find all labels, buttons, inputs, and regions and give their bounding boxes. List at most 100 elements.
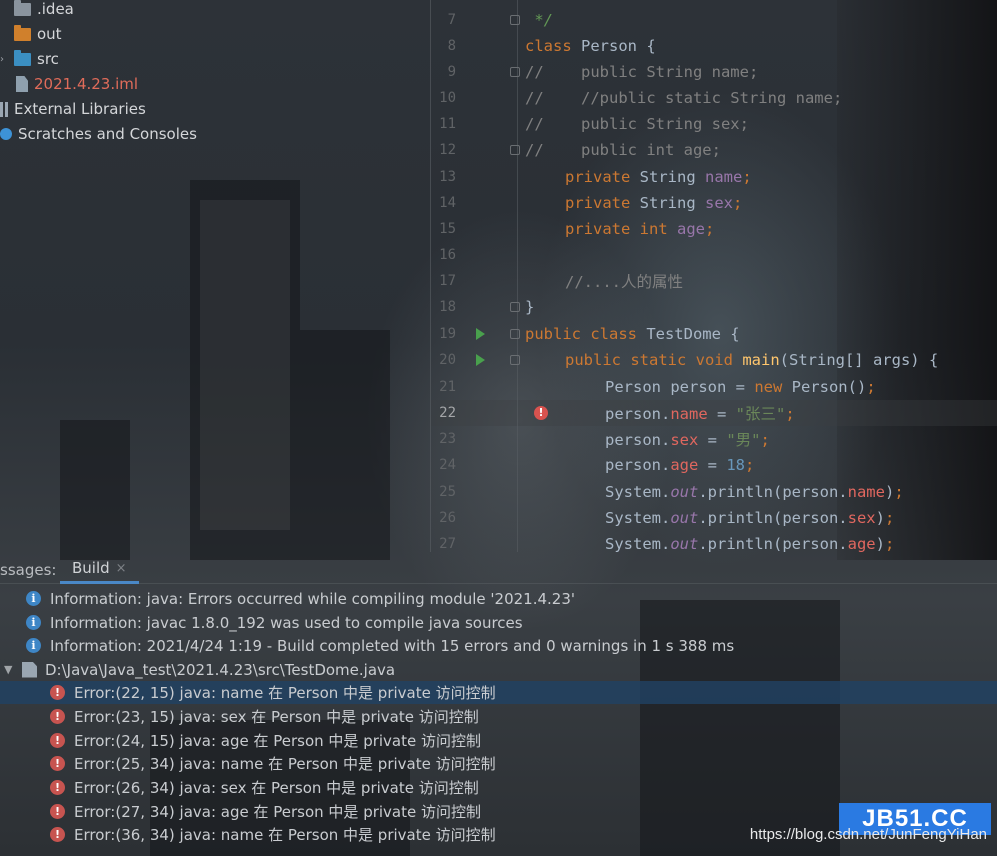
code-text: */ bbox=[525, 11, 553, 29]
comment-text: // //public static String name; bbox=[525, 89, 843, 107]
tab-label: Build bbox=[72, 559, 110, 577]
list-item[interactable]: i Information: 2021/4/24 1:19 - Build co… bbox=[26, 634, 997, 657]
error-row[interactable]: ! Error:(22, 15) java: name 在 Person 中是 … bbox=[0, 681, 997, 704]
run-main-icon[interactable] bbox=[476, 354, 485, 366]
fold-icon[interactable] bbox=[510, 355, 520, 365]
code-line[interactable]: 22 ! person.name = "张三"; bbox=[431, 400, 997, 426]
code-line[interactable]: 19 public class TestDome { bbox=[431, 321, 997, 347]
error-row[interactable]: ! Error:(26, 34) java: sex 在 Person 中是 p… bbox=[0, 776, 997, 799]
error-row[interactable]: ! Error:(25, 34) java: name 在 Person 中是 … bbox=[0, 752, 997, 775]
keyword: private bbox=[565, 168, 631, 186]
tree-item-iml[interactable]: 2021.4.23.iml bbox=[16, 73, 138, 95]
line-number: 11 bbox=[439, 116, 456, 132]
info-message: Information: java: Errors occurred while… bbox=[50, 589, 576, 608]
info-icon: i bbox=[26, 591, 41, 606]
keyword: public class bbox=[525, 325, 637, 343]
code-text: .println(person. bbox=[698, 535, 848, 553]
list-item[interactable]: i Information: java: Errors occurred whi… bbox=[26, 587, 997, 610]
run-class-icon[interactable] bbox=[476, 328, 485, 340]
code-editor[interactable]: 7 */ 8 class Person { 9 // public String… bbox=[431, 0, 997, 553]
semicolon: ; bbox=[760, 431, 770, 449]
line-number: 8 bbox=[447, 38, 456, 54]
code-line[interactable]: 8 class Person { bbox=[431, 33, 997, 59]
tree-item-label: out bbox=[37, 25, 62, 43]
code-line[interactable]: 13 private String name; bbox=[431, 164, 997, 190]
error-message: Error:(26, 34) java: sex 在 Person 中是 pri… bbox=[74, 779, 479, 797]
fold-icon[interactable] bbox=[510, 15, 520, 25]
code-line[interactable]: 21 Person person = new Person(); bbox=[431, 374, 997, 400]
keyword: private bbox=[565, 194, 631, 212]
code-line[interactable]: 26 System.out.println(person.sex); bbox=[431, 505, 997, 531]
line-number: 17 bbox=[439, 273, 456, 289]
error-row[interactable]: ! Error:(36, 34) java: name 在 Person 中是 … bbox=[0, 823, 720, 846]
scratches-icon bbox=[0, 128, 12, 140]
semicolon: ; bbox=[732, 194, 743, 212]
error-bulb-icon[interactable]: ! bbox=[534, 406, 548, 420]
semicolon: ; bbox=[884, 509, 895, 527]
code-text: person. bbox=[605, 431, 671, 449]
code-text: System. bbox=[605, 483, 671, 501]
fold-icon[interactable] bbox=[510, 67, 520, 77]
code-text: .println(person. bbox=[698, 483, 848, 501]
line-number: 16 bbox=[439, 247, 456, 263]
error-message: Error:(23, 15) java: sex 在 Person 中是 pri… bbox=[74, 708, 479, 726]
code-line[interactable]: 11 // public String sex; bbox=[431, 111, 997, 137]
tree-item-external-libraries[interactable]: External Libraries bbox=[0, 98, 146, 120]
error-row[interactable]: ! Error:(23, 15) java: sex 在 Person 中是 p… bbox=[0, 705, 997, 728]
error-icon: ! bbox=[50, 733, 65, 748]
code-text: System. bbox=[605, 535, 671, 553]
file-path: D:\Java\Java_test\2021.4.23\src\TestDome… bbox=[45, 660, 396, 679]
build-tool-window-header: ssages: Build × bbox=[0, 556, 997, 584]
line-number: 27 bbox=[439, 536, 456, 552]
code-line[interactable]: 7 */ bbox=[431, 7, 997, 33]
code-line[interactable]: 24 person.age = 18; bbox=[431, 452, 997, 478]
code-line[interactable]: 12 // public int age; bbox=[431, 137, 997, 163]
code-text: = bbox=[698, 431, 727, 449]
tree-item-scratches[interactable]: Scratches and Consoles bbox=[0, 123, 197, 145]
code-text: ) bbox=[875, 535, 885, 553]
code-text: Person() bbox=[782, 378, 867, 396]
code-line[interactable]: 15 private int age; bbox=[431, 216, 997, 242]
code-text: .println(person. bbox=[698, 509, 848, 527]
code-text: person. bbox=[605, 456, 671, 474]
line-number: 23 bbox=[439, 431, 456, 447]
code-line[interactable]: 16 bbox=[431, 242, 997, 268]
code-text: = bbox=[707, 405, 736, 423]
code-text: person. bbox=[605, 405, 671, 423]
code-line[interactable]: 27 System.out.println(person.age); bbox=[431, 531, 997, 557]
code-line[interactable]: 18 } bbox=[431, 294, 997, 320]
semicolon: ; bbox=[705, 220, 715, 238]
error-message: Error:(22, 15) java: name 在 Person 中是 pr… bbox=[74, 684, 496, 702]
fold-icon[interactable] bbox=[510, 145, 520, 155]
error-row[interactable]: ! Error:(27, 34) java: age 在 Person 中是 p… bbox=[0, 800, 840, 823]
code-text: String bbox=[630, 194, 705, 212]
expand-triangle-icon[interactable]: ▼ bbox=[4, 663, 22, 676]
code-line[interactable]: 14 private String sex; bbox=[431, 190, 997, 216]
comment-text: // public String sex; bbox=[525, 115, 749, 133]
code-line[interactable]: 23 person.sex = "男"; bbox=[431, 426, 997, 452]
line-number: 12 bbox=[439, 142, 456, 158]
code-line[interactable]: 25 System.out.println(person.name); bbox=[431, 479, 997, 505]
line-number: 24 bbox=[439, 457, 456, 473]
code-line[interactable]: 10 // //public static String name; bbox=[431, 85, 997, 111]
file-node[interactable]: ▼ D:\Java\Java_test\2021.4.23\src\TestDo… bbox=[0, 658, 997, 681]
error-row[interactable]: ! Error:(24, 15) java: age 在 Person 中是 p… bbox=[0, 729, 997, 752]
field-name: sex bbox=[704, 194, 733, 212]
tree-item-out[interactable]: out bbox=[14, 23, 62, 45]
fold-icon[interactable] bbox=[510, 329, 520, 339]
code-line[interactable]: 17 //....人的属性 bbox=[431, 268, 997, 294]
fold-icon[interactable] bbox=[510, 302, 520, 312]
code-line[interactable]: 9 // public String name; bbox=[431, 59, 997, 85]
semicolon: ; bbox=[745, 456, 755, 474]
tab-build[interactable]: Build × bbox=[60, 556, 139, 584]
close-icon[interactable]: × bbox=[116, 561, 127, 576]
tree-item-src[interactable]: › src bbox=[0, 48, 59, 70]
code-line[interactable]: 20 public static void main(String[] args… bbox=[431, 347, 997, 373]
code-text: Person { bbox=[571, 37, 656, 55]
method-name: main bbox=[742, 351, 780, 369]
keyword: public static void bbox=[565, 351, 733, 369]
list-item[interactable]: i Information: javac 1.8.0_192 was used … bbox=[26, 611, 997, 634]
tree-item-idea[interactable]: .idea bbox=[14, 0, 74, 20]
keyword: class bbox=[525, 37, 572, 55]
field-name: sex bbox=[847, 509, 876, 527]
